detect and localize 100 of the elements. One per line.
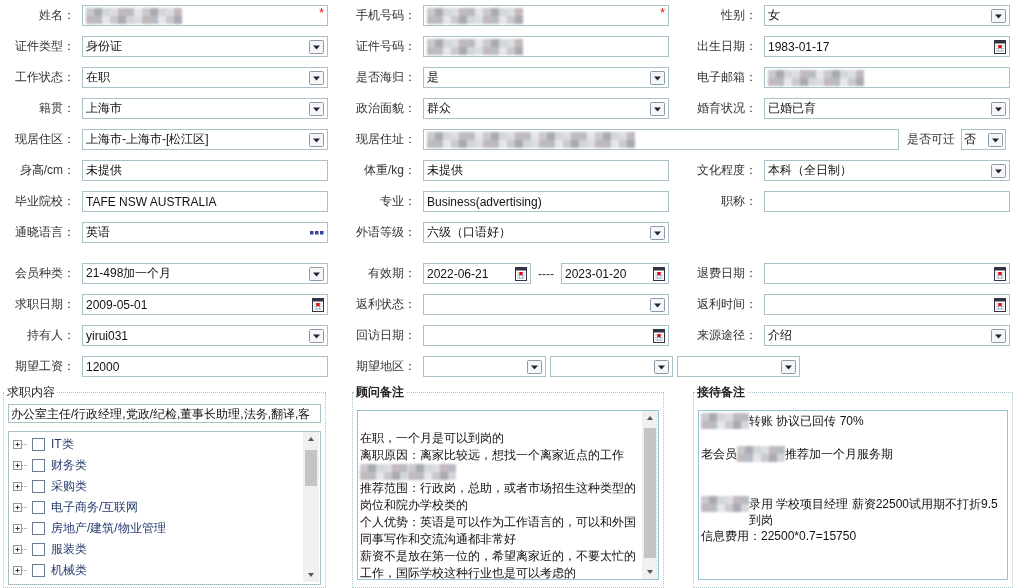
text-field[interactable] <box>423 129 899 150</box>
tree-item-label[interactable]: 采购类 <box>51 478 87 495</box>
field-label: 体重/kg： <box>363 162 416 179</box>
field-label: 手机号码： <box>355 7 416 24</box>
field-label: 回访日期： <box>355 327 416 344</box>
field-label: 求职日期： <box>14 296 75 313</box>
text-field[interactable] <box>764 67 1010 88</box>
checkbox[interactable] <box>32 522 45 535</box>
field-label: 有效期： <box>367 265 416 282</box>
note-text: 个人优势：英语是可以作为工作语言的，可以和外国同事写作和交流沟通都非常好 <box>360 514 637 548</box>
calendar-icon <box>515 266 527 281</box>
calendar-icon <box>994 39 1006 54</box>
dropdown[interactable]: 21-498加一个月 <box>82 263 328 284</box>
date-field[interactable]: 2009-05-01 <box>82 294 328 315</box>
expand-icon[interactable] <box>13 481 29 492</box>
redaction-mosaic <box>360 464 408 480</box>
checkbox[interactable] <box>32 564 45 577</box>
field-label: 身高/cm： <box>18 162 75 179</box>
text-field[interactable]: Business(advertising) <box>423 191 669 212</box>
field-label: 返利时间： <box>696 296 757 313</box>
dropdown[interactable]: 已婚已育 <box>764 98 1010 119</box>
field-label: 来源途径： <box>696 327 757 344</box>
expand-icon[interactable] <box>13 502 29 513</box>
field-label: 现居住址： <box>355 131 416 148</box>
note-text: 转账 协议已回传 70% <box>749 413 864 429</box>
tree-item-label[interactable]: 服装类 <box>51 541 87 558</box>
date-field[interactable] <box>764 263 1010 284</box>
field-label: 姓名： <box>38 7 75 24</box>
dropdown[interactable]: yirui031 <box>82 325 328 346</box>
tree-item-label[interactable]: 电子商务/互联网 <box>51 499 139 516</box>
dropdown[interactable]: 在职 <box>82 67 328 88</box>
field-label: 现居住区： <box>14 131 75 148</box>
text-field[interactable]: * <box>82 5 328 26</box>
text-field[interactable] <box>764 191 1010 212</box>
text-field[interactable]: 未提供 <box>423 160 669 181</box>
dropdown[interactable] <box>677 356 800 377</box>
note-text: 信息费用：22500*0.7=15750 <box>701 528 857 544</box>
dropdown[interactable]: 是 <box>423 67 669 88</box>
field-label: 返利状态： <box>355 296 416 313</box>
tree-item-label[interactable]: 机械类 <box>51 562 87 579</box>
checkbox[interactable] <box>32 501 45 514</box>
text-field[interactable]: TAFE NSW AUSTRALIA <box>82 191 328 212</box>
dropdown[interactable]: 女 <box>764 5 1010 26</box>
notes-textarea[interactable]: 在职，一个月是可以到岗的 离职原因：离家比较远，想找一个离家近点的工作 推荐范围：行政岗，总助，或者市场招生这种类型的岗位和院办学校类的 个人优势：英语是可以作为工作语言的，可以和外国同事写作和交流沟通都非常好 薪资不是放在第一位的，希望离家近的，不要太忙的工作，国际学校这种行业也是可以考虑的 <box>357 410 659 580</box>
note-text: 老会员 <box>701 446 737 462</box>
checkbox[interactable] <box>32 459 45 472</box>
field-label: 毕业院校： <box>14 193 75 210</box>
date-field[interactable] <box>764 294 1010 315</box>
field-label: 退费日期： <box>696 265 757 282</box>
expand-icon[interactable] <box>13 544 29 555</box>
expand-icon[interactable] <box>13 565 29 576</box>
field-label: 专业： <box>379 193 416 210</box>
text-field[interactable]: 办公室主任/行政经理,党政/纪检,董事长助理,法务,翻译,客 <box>8 404 321 423</box>
dropdown[interactable]: 否 <box>961 129 1006 150</box>
date-field[interactable]: 2022-06-21 <box>423 263 531 284</box>
dropdown[interactable]: 六级（口语好） <box>423 222 669 243</box>
field-label: 工作状态： <box>14 69 75 86</box>
text-field[interactable]: 未提供 <box>82 160 328 181</box>
dropdown[interactable]: 本科（全日制） <box>764 160 1010 181</box>
checkbox[interactable] <box>32 438 45 451</box>
field-label: 职称： <box>720 193 757 210</box>
redaction-mosaic <box>737 446 785 462</box>
tree-item-label[interactable]: IT类 <box>51 436 74 453</box>
dropdown[interactable] <box>423 356 546 377</box>
field-label: 持有人： <box>26 327 75 344</box>
text-field[interactable]: 12000 <box>82 356 328 377</box>
field-label: 外语等级： <box>355 224 416 241</box>
note-text: 薪资不是放在第一位的，希望离家近的，不要太忙的工作，国际学校这种行业也是可以考虑的 <box>360 548 637 582</box>
dropdown[interactable]: 身份证 <box>82 36 328 57</box>
date-field[interactable]: 2023-01-20 <box>561 263 669 284</box>
calendar-icon <box>994 297 1006 312</box>
calendar-icon <box>994 266 1006 281</box>
dropdown[interactable]: 上海市-上海市-[松江区] <box>82 129 328 150</box>
note-text: 推荐加一个月服务期 <box>785 446 893 462</box>
expand-icon[interactable] <box>13 460 29 471</box>
tree-item-label[interactable]: 房地产/建筑/物业管理 <box>51 520 166 537</box>
dropdown[interactable]: 群众 <box>423 98 669 119</box>
lookup-field[interactable]: 英语 <box>82 222 328 243</box>
checkbox[interactable] <box>32 543 45 556</box>
calendar-icon <box>653 328 665 343</box>
text-field[interactable] <box>423 36 669 57</box>
redaction-mosaic <box>408 464 456 480</box>
expand-icon[interactable] <box>13 439 29 450</box>
field-label: 出生日期： <box>696 38 757 55</box>
expand-icon[interactable] <box>13 523 29 534</box>
date-field[interactable]: 1983-01-17 <box>764 36 1010 57</box>
dropdown[interactable]: 介绍 <box>764 325 1010 346</box>
field-label: 婚育状况： <box>696 100 757 117</box>
field-label: 会员种类： <box>14 265 75 282</box>
panel-title: 顾问备注 <box>355 384 405 401</box>
date-field[interactable] <box>423 325 669 346</box>
notes-textarea[interactable]: 转账 协议已回传 70% 老会员 推荐加一个月服务期 录用 学校项目经理 薪资22500试用期不打折9.5到岗 信息费用：22500*0.7=15750 <box>698 410 1008 580</box>
dropdown[interactable]: 上海市 <box>82 98 328 119</box>
field-label: 是否海归： <box>355 69 416 86</box>
text-field[interactable]: * <box>423 5 669 26</box>
field-label: 期望地区： <box>355 358 416 375</box>
calendar-icon <box>312 297 324 312</box>
dropdown[interactable] <box>550 356 673 377</box>
checkbox[interactable] <box>32 480 45 493</box>
tree-item-label[interactable]: 财务类 <box>51 457 87 474</box>
